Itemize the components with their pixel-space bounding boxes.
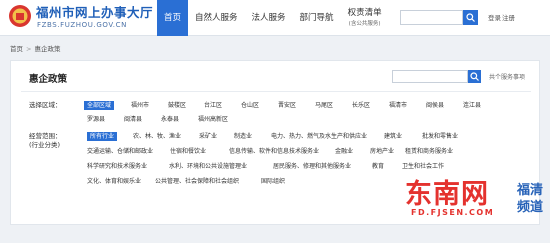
industry-chip[interactable]: 建筑业 [384, 132, 402, 141]
breadcrumb: 首页 > 惠企政策 [10, 43, 60, 53]
search-icon [470, 72, 479, 81]
industry-chip[interactable]: 居民服务、修理和其他服务业 [273, 162, 351, 171]
breadcrumb-current: 惠企政策 [34, 45, 61, 53]
region-chip[interactable]: 罗源县 [87, 115, 105, 124]
region-chip[interactable]: 福清市 [389, 101, 407, 110]
nav-power-list-sub: (含公共服务) [348, 21, 381, 27]
policy-search-input[interactable] [392, 70, 468, 83]
industry-chip[interactable]: 文化、体育和娱乐业 [87, 177, 141, 186]
industry-chip[interactable]: 批发和零售业 [422, 132, 458, 141]
breadcrumb-home[interactable]: 首页 [10, 45, 23, 53]
industry-chip[interactable]: 交通运输、仓储和邮政业 [87, 147, 153, 156]
emblem-logo [9, 5, 31, 27]
industry-chip[interactable]: 信息传输、软件和信息技术服务业 [229, 147, 319, 156]
nav-power-list-label: 权责清单 [347, 8, 382, 18]
policy-search-button[interactable] [468, 70, 481, 83]
industry-chip[interactable]: 房地产业 [370, 147, 394, 156]
watermark-channel: 福清 频道 [517, 182, 543, 216]
nav-corporate-services[interactable]: 法人服务 [245, 0, 293, 36]
nav-department-guide[interactable]: 部门导航 [293, 0, 341, 36]
industry-chip[interactable]: 租赁和商务服务业 [405, 147, 453, 156]
industry-filter-label: 经营范围： (行业分类) [29, 132, 62, 149]
region-chip[interactable]: 闽侯县 [426, 101, 444, 110]
region-chip[interactable]: 福州市 [131, 101, 149, 110]
region-chip[interactable]: 连江县 [463, 101, 481, 110]
region-chip[interactable]: 闽清县 [124, 115, 142, 124]
industry-chip[interactable]: 金融业 [335, 147, 353, 156]
region-chip[interactable]: 福州高新区 [198, 115, 228, 124]
region-chip[interactable]: 晋安区 [278, 101, 296, 110]
industry-chip[interactable]: 电力、热力、燃气及水生产和供应业 [271, 132, 367, 141]
divider [21, 91, 531, 92]
breadcrumb-separator: > [26, 45, 32, 53]
industry-filter-label-line1: 经营范围： [29, 132, 62, 140]
region-chip[interactable]: 马尾区 [315, 101, 333, 110]
industry-chip[interactable]: 所有行业 [87, 132, 118, 141]
watermark-logo-text: 东南网 [405, 179, 489, 210]
region-chip[interactable]: 台江区 [204, 101, 222, 110]
region-chip[interactable]: 鼓楼区 [168, 101, 186, 110]
watermark-url: FD.FJSEN.COM [411, 208, 495, 217]
nav-home[interactable]: 首页 [157, 0, 189, 36]
watermark-channel-line1: 福清 [517, 183, 544, 198]
watermark: 东南网 FD.FJSEN.COM 福清 频道 [405, 176, 550, 243]
site-title[interactable]: 福州市网上办事大厅 [36, 2, 153, 21]
nav-power-list[interactable]: 权责清单 (含公共服务) [341, 0, 389, 36]
login-link[interactable]: 登录 [488, 12, 501, 22]
industry-chip[interactable]: 卫生和社会工作 [402, 162, 444, 171]
site-domain: FZBS.FUZHOU.GOV.CN [37, 21, 127, 29]
industry-chip[interactable]: 公共管理、社会保障和社会组织 [155, 177, 239, 186]
header-search-button[interactable] [463, 10, 478, 25]
region-filter-label: 选择区域： [29, 101, 62, 109]
service-count-link[interactable]: 共个服务事项 [489, 72, 525, 81]
nav-individual-services[interactable]: 自然人服务 [188, 0, 245, 36]
top-header: 福州市网上办事大厅 FZBS.FUZHOU.GOV.CN 首页 自然人服务 法人… [0, 0, 550, 36]
search-icon [466, 13, 475, 22]
industry-chip[interactable]: 农、林、牧、渔业 [133, 132, 181, 141]
industry-chip[interactable]: 国际组织 [261, 177, 285, 186]
region-chip[interactable]: 仓山区 [241, 101, 259, 110]
industry-chip[interactable]: 住宿和餐饮业 [170, 147, 206, 156]
industry-filter-label-line2: (行业分类) [29, 140, 61, 149]
register-link[interactable]: 注册 [502, 12, 515, 22]
watermark-channel-line2: 频道 [517, 200, 544, 215]
region-chip[interactable]: 永泰县 [161, 115, 179, 124]
industry-chip[interactable]: 科学研究和技术服务业 [87, 162, 147, 171]
region-chip[interactable]: 长乐区 [352, 101, 370, 110]
industry-chip[interactable]: 水利、环境和公共设施管理业 [169, 162, 247, 171]
industry-chip[interactable]: 制造业 [234, 132, 252, 141]
industry-chip[interactable]: 教育 [372, 162, 384, 171]
industry-chip[interactable]: 采矿业 [199, 132, 217, 141]
main-nav: 首页 自然人服务 法人服务 部门导航 权责清单 (含公共服务) [157, 0, 389, 36]
panel-title: 惠企政策 [29, 74, 68, 85]
region-chip[interactable]: 全部区域 [84, 101, 115, 110]
header-search-input[interactable] [400, 10, 463, 25]
